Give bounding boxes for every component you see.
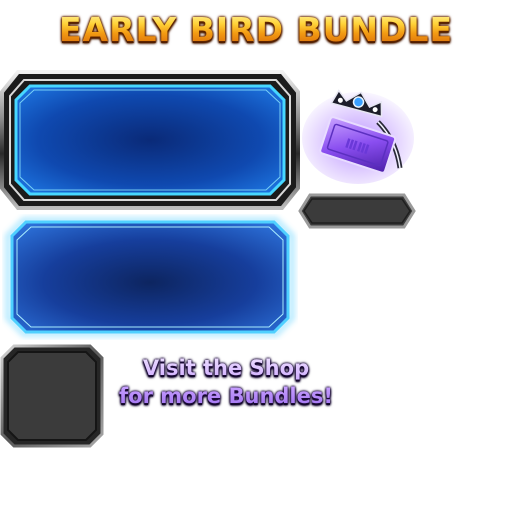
bundle-title: EARLY BIRD BUNDLE xyxy=(0,10,512,49)
promo-line-1: Visit the Shop xyxy=(142,356,310,380)
ticket-crown-icon: ⅢⅢ xyxy=(302,89,414,184)
item-label-slot xyxy=(298,193,416,229)
promo-text: Visit the Shop for more Bundles! xyxy=(108,354,344,410)
item-square-slot xyxy=(0,344,104,448)
promo-line-2: for more Bundles! xyxy=(119,384,333,408)
main-banner-frame xyxy=(0,70,300,210)
secondary-banner-panel xyxy=(5,217,295,337)
